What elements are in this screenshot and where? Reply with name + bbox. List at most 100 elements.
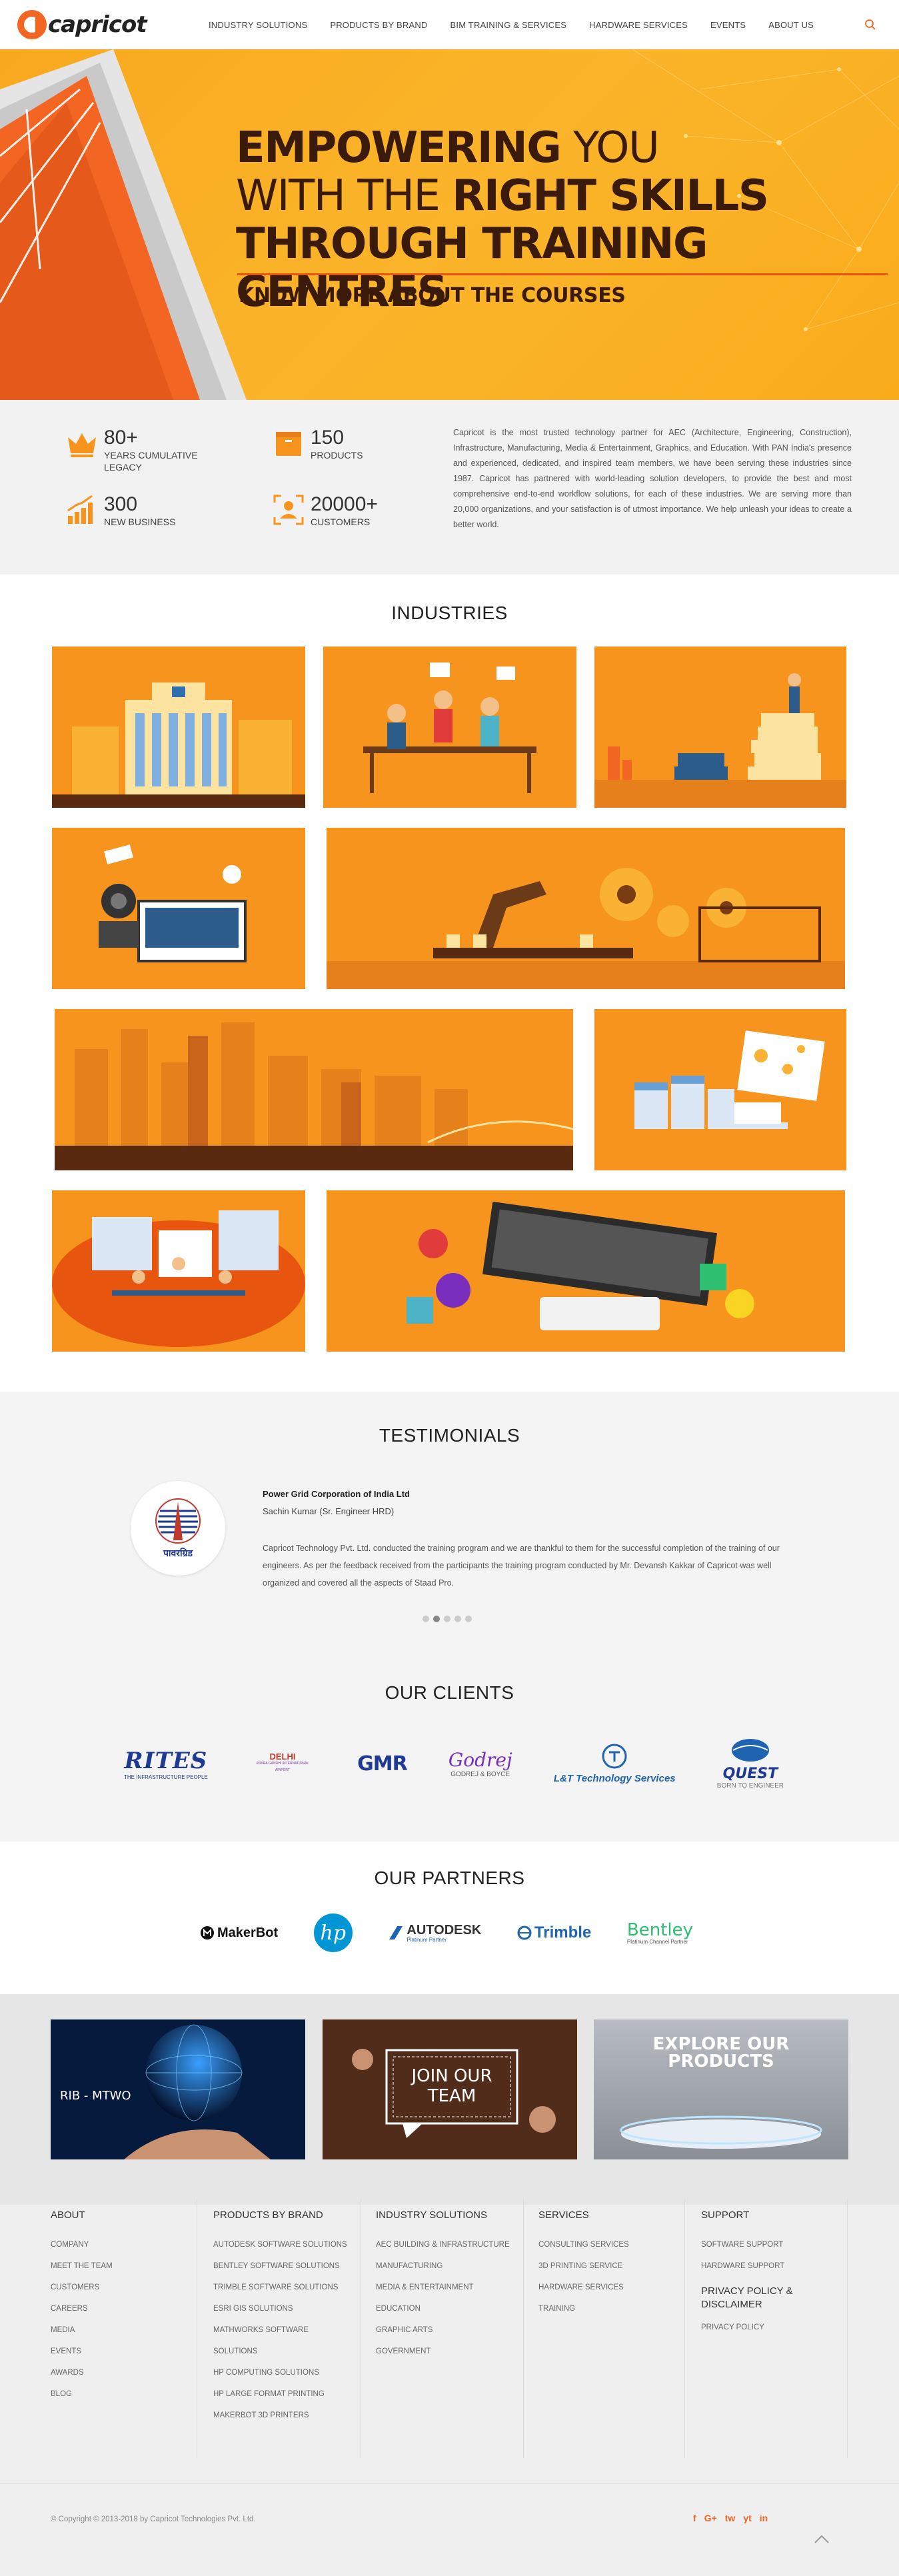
industry-tile-government[interactable]	[52, 1190, 305, 1352]
carousel-dot-5[interactable]	[465, 1616, 472, 1622]
stat-business: 300 NEW BUSINESS	[65, 493, 217, 528]
nav-bim-training[interactable]: BIM TRAINING & SERVICES	[439, 20, 578, 30]
industry-tile-publishing[interactable]	[594, 646, 846, 808]
crown-icon	[68, 433, 96, 457]
footer-link-privacy-policy[interactable]: PRIVACY POLICY	[701, 2317, 847, 2338]
industry-tile-education[interactable]	[323, 646, 576, 808]
customer-icon	[273, 495, 304, 525]
godrej-boyce-text: GODREJ & BOYCE	[450, 1771, 510, 1778]
stat-products-label: PRODUCTS	[311, 450, 363, 461]
testimonial-carousel-dots	[423, 1616, 472, 1622]
footer-privacy-title: PRIVACY POLICY & DISCLAIMER	[701, 2285, 793, 2310]
footer-link-trimble[interactable]: TRIMBLE SOFTWARE SOLUTIONS	[213, 2277, 361, 2298]
linkedin-icon[interactable]: in	[760, 2513, 768, 2523]
growth-chart-icon	[67, 495, 93, 524]
twitter-icon[interactable]: tw	[725, 2513, 736, 2523]
footer-industry-title: INDUSTRY SOLUTIONS	[376, 2209, 487, 2221]
footer-link-meet-the-team[interactable]: MEET THE TEAM	[51, 2255, 197, 2277]
industry-tile-infrastructure[interactable]	[55, 1009, 573, 1170]
carousel-dot-3[interactable]	[444, 1616, 450, 1622]
trimble-logo: Trimble	[517, 1924, 591, 1942]
footer-link-customers[interactable]: CUSTOMERS	[51, 2277, 197, 2298]
capricot-logo-mark	[17, 10, 47, 39]
footer-link-company[interactable]: COMPANY	[51, 2234, 197, 2255]
industry-tile-manufacturing[interactable]	[327, 828, 845, 989]
autodesk-wordmark: AUTODESK	[407, 1922, 482, 1937]
know-more-courses-link[interactable]: KNOW MORE ABOUT THE COURSES	[239, 284, 626, 307]
capricot-logo[interactable]: capricot	[17, 8, 147, 41]
search-icon[interactable]	[864, 19, 876, 31]
footer-link-hardware-support[interactable]: HARDWARE SUPPORT	[701, 2255, 847, 2277]
join-our-team-promo[interactable]: JOIN OUR TEAM	[323, 2019, 577, 2159]
industry-tile-media[interactable]	[52, 828, 305, 989]
powergrid-emblem	[155, 1498, 201, 1544]
footer-col-products: PRODUCTS BY BRAND AUTODESK SOFTWARE SOLU…	[213, 2198, 361, 2458]
hero-line1-bold: EMPOWERING	[236, 123, 562, 173]
nav-industry-solutions[interactable]: INDUSTRY SOLUTIONS	[197, 20, 319, 30]
footer-link-hp-printing[interactable]: HP LARGE FORMAT PRINTING	[213, 2383, 361, 2405]
footer-link-software-support[interactable]: SOFTWARE SUPPORT	[701, 2234, 847, 2255]
stat-customers: 20000+ CUSTOMERS	[272, 493, 424, 528]
delhi-airport-tagline: INDIRA GANDHI INTERNATIONAL AIRPORT	[256, 1762, 309, 1772]
delhi-wordmark: DELHI	[269, 1752, 296, 1762]
rib-mtwo-promo[interactable]: RIB - MTWO	[51, 2019, 305, 2159]
nav-products-by-brand[interactable]: PRODUCTS BY BRAND	[319, 20, 439, 30]
rites-tagline: THE INFRASTRUCTURE PEOPLE	[124, 1774, 208, 1780]
explore-products-promo[interactable]: EXPLORE OUR PRODUCTS	[594, 2019, 848, 2159]
footer-link-manufacturing[interactable]: MANUFACTURING	[376, 2255, 523, 2277]
footer-link-training[interactable]: TRAINING	[538, 2298, 684, 2319]
books-stack-illustration	[594, 646, 846, 808]
footer-link-3d-printing[interactable]: 3D PRINTING SERVICE	[538, 2255, 684, 2277]
godrej-logo: Godrej GODREJ & BOYCE	[449, 1749, 512, 1778]
footer-link-media[interactable]: MEDIA	[51, 2319, 197, 2341]
footer-products-title: PRODUCTS BY BRAND	[213, 2209, 323, 2221]
gmr-wordmark: GMR	[357, 1752, 408, 1776]
carousel-dot-2[interactable]	[433, 1616, 440, 1622]
nav-hardware-services[interactable]: HARDWARE SERVICES	[578, 20, 699, 30]
footer-link-consulting[interactable]: CONSULTING SERVICES	[538, 2234, 684, 2255]
footer-link-events[interactable]: EVENTS	[51, 2341, 197, 2362]
scroll-to-top-icon[interactable]	[813, 2533, 830, 2545]
footer-link-government[interactable]: GOVERNMENT	[376, 2341, 523, 2362]
industry-tile-aec[interactable]	[52, 646, 305, 808]
footer-link-autodesk[interactable]: AUTODESK SOFTWARE SOLUTIONS	[213, 2234, 361, 2255]
footer-link-esri[interactable]: ESRI GIS SOLUTIONS	[213, 2298, 361, 2319]
footer-col-about: ABOUT COMPANY MEET THE TEAM CUSTOMERS CA…	[51, 2198, 197, 2458]
makerbot-emblem	[201, 1926, 214, 1939]
footer-link-graphic-arts[interactable]: GRAPHIC ARTS	[376, 2319, 523, 2341]
stat-legacy-number: 80+	[104, 427, 138, 449]
nav-about-us[interactable]: ABOUT US	[757, 20, 825, 30]
footer-link-careers[interactable]: CAREERS	[51, 2298, 197, 2319]
box-icon	[276, 432, 301, 456]
team-meeting-illustration	[323, 646, 576, 808]
footer-link-mathworks-cont[interactable]: SOLUTIONS	[213, 2341, 361, 2362]
footer-link-hp-computing[interactable]: HP COMPUTING SOLUTIONS	[213, 2362, 361, 2383]
footer-link-aec[interactable]: AEC BUILDING & INFRASTRUCTURE	[376, 2234, 523, 2255]
footer-link-blog[interactable]: BLOG	[51, 2383, 197, 2405]
industry-tile-it[interactable]	[594, 1009, 846, 1170]
footer-link-mathworks[interactable]: MATHWORKS SOFTWARE	[213, 2319, 361, 2341]
hero-line1-light: YOU	[560, 123, 660, 173]
trimble-wordmark: Trimble	[534, 1924, 592, 1941]
footer-link-education[interactable]: EDUCATION	[376, 2298, 523, 2319]
footer-link-makerbot[interactable]: MAKERBOT 3D PRINTERS	[213, 2405, 361, 2426]
carousel-dot-4[interactable]	[454, 1616, 461, 1622]
nav-events[interactable]: EVENTS	[699, 20, 757, 30]
google-plus-icon[interactable]: G+	[704, 2513, 717, 2523]
industry-tile-graphic-arts[interactable]	[327, 1190, 845, 1352]
footer-link-awards[interactable]: AWARDS	[51, 2362, 197, 2383]
youtube-icon[interactable]: yt	[743, 2513, 751, 2523]
industries-title: INDUSTRIES	[391, 603, 508, 623]
footer-link-hardware-services[interactable]: HARDWARE SERVICES	[538, 2277, 684, 2298]
footer-link-bentley[interactable]: BENTLEY SOFTWARE SOLUTIONS	[213, 2255, 361, 2277]
footer-link-media-ent[interactable]: MEDIA & ENTERTAINMENT	[376, 2277, 523, 2298]
testimonials-title: TESTIMONIALS	[379, 1425, 520, 1446]
godrej-wordmark: Godrej	[448, 1749, 512, 1771]
hero-banner: EMPOWERING YOU WITH THE RIGHT SKILLS THR…	[0, 49, 899, 400]
stat-products: 150 PRODUCTS	[272, 427, 424, 461]
carousel-dot-1[interactable]	[423, 1616, 429, 1622]
quest-tagline: BORN TO ENGINEER	[716, 1782, 784, 1790]
testimonial-organization: Power Grid Corporation of India Ltd	[263, 1489, 410, 1499]
quest-globe	[731, 1738, 769, 1762]
facebook-icon[interactable]: f	[693, 2513, 696, 2523]
